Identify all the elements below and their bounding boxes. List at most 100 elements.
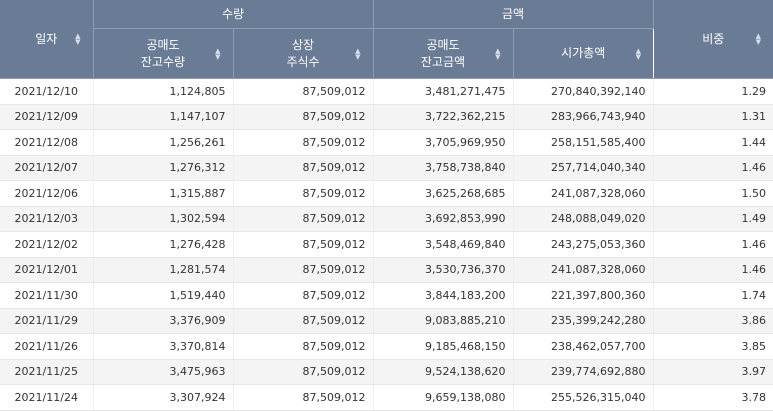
cell-market-cap: 248,088,049,020	[513, 206, 653, 232]
column-group-amount-label: 금액	[374, 6, 653, 23]
column-header-short-amount[interactable]: 공매도 잔고금액 ▲▼	[373, 29, 513, 79]
column-header-listed-line1: 상장	[234, 37, 373, 54]
cell-ratio: 1.29	[653, 79, 773, 105]
table-row: 2021/12/09 1,147,107 87,509,012 3,722,36…	[0, 104, 773, 130]
column-header-market-cap-label: 시가총액	[514, 45, 654, 62]
cell-market-cap: 255,526,315,040	[513, 385, 653, 411]
sort-icon[interactable]: ▲▼	[355, 48, 360, 60]
cell-date: 2021/12/08	[0, 130, 93, 156]
cell-short-amount: 3,758,738,840	[373, 155, 513, 181]
table-header: 일자 ▲▼ 수량 금액 비중 ▲▼ 공매도 잔고수량 ▲▼ 상장 주식수	[0, 0, 773, 79]
cell-market-cap: 239,774,692,880	[513, 359, 653, 385]
cell-listed-shares: 87,509,012	[233, 334, 373, 360]
cell-market-cap: 270,840,392,140	[513, 79, 653, 105]
cell-date: 2021/11/29	[0, 308, 93, 334]
table-row: 2021/12/08 1,256,261 87,509,012 3,705,96…	[0, 130, 773, 156]
cell-ratio: 1.50	[653, 181, 773, 207]
sort-icon[interactable]: ▲▼	[215, 48, 220, 60]
cell-ratio: 1.49	[653, 206, 773, 232]
cell-short-amount: 3,481,271,475	[373, 79, 513, 105]
cell-short-qty: 1,256,261	[93, 130, 233, 156]
cell-listed-shares: 87,509,012	[233, 283, 373, 309]
sort-icon[interactable]: ▲▼	[495, 48, 500, 60]
column-header-short-qty-line1: 공매도	[94, 37, 233, 54]
cell-short-amount: 3,705,969,950	[373, 130, 513, 156]
cell-ratio: 1.31	[653, 104, 773, 130]
column-header-date[interactable]: 일자 ▲▼	[0, 0, 93, 79]
cell-date: 2021/12/07	[0, 155, 93, 181]
cell-market-cap: 283,966,743,940	[513, 104, 653, 130]
cell-listed-shares: 87,509,012	[233, 104, 373, 130]
cell-short-amount: 9,659,138,080	[373, 385, 513, 411]
cell-short-qty: 1,302,594	[93, 206, 233, 232]
cell-ratio: 3.85	[653, 334, 773, 360]
cell-date: 2021/12/02	[0, 232, 93, 258]
cell-market-cap: 238,462,057,700	[513, 334, 653, 360]
cell-date: 2021/11/25	[0, 359, 93, 385]
cell-ratio: 3.97	[653, 359, 773, 385]
cell-short-amount: 3,692,853,990	[373, 206, 513, 232]
cell-market-cap: 241,087,328,060	[513, 181, 653, 207]
cell-ratio: 3.86	[653, 308, 773, 334]
cell-short-amount: 9,083,885,210	[373, 308, 513, 334]
cell-date: 2021/12/03	[0, 206, 93, 232]
column-header-short-amt-line2: 잔고금액	[374, 54, 513, 71]
column-group-amount: 금액	[373, 0, 653, 29]
cell-date: 2021/11/24	[0, 385, 93, 411]
short-selling-table: 일자 ▲▼ 수량 금액 비중 ▲▼ 공매도 잔고수량 ▲▼ 상장 주식수	[0, 0, 773, 411]
cell-short-amount: 9,185,468,150	[373, 334, 513, 360]
cell-listed-shares: 87,509,012	[233, 308, 373, 334]
cell-listed-shares: 87,509,012	[233, 181, 373, 207]
cell-short-qty: 3,475,963	[93, 359, 233, 385]
cell-listed-shares: 87,509,012	[233, 130, 373, 156]
cell-date: 2021/12/06	[0, 181, 93, 207]
cell-short-qty: 1,281,574	[93, 257, 233, 283]
cell-short-amount: 3,844,183,200	[373, 283, 513, 309]
cell-date: 2021/12/10	[0, 79, 93, 105]
cell-short-qty: 3,376,909	[93, 308, 233, 334]
cell-short-amount: 3,530,736,370	[373, 257, 513, 283]
table-row: 2021/12/01 1,281,574 87,509,012 3,530,73…	[0, 257, 773, 283]
table-row: 2021/12/07 1,276,312 87,509,012 3,758,73…	[0, 155, 773, 181]
cell-ratio: 1.74	[653, 283, 773, 309]
table-row: 2021/12/10 1,124,805 87,509,012 3,481,27…	[0, 79, 773, 105]
table-row: 2021/11/25 3,475,963 87,509,012 9,524,13…	[0, 359, 773, 385]
cell-market-cap: 235,399,242,280	[513, 308, 653, 334]
table-row: 2021/11/29 3,376,909 87,509,012 9,083,88…	[0, 308, 773, 334]
cell-listed-shares: 87,509,012	[233, 257, 373, 283]
cell-listed-shares: 87,509,012	[233, 359, 373, 385]
column-group-quantity: 수량	[93, 0, 373, 29]
column-group-quantity-label: 수량	[94, 6, 373, 23]
cell-short-qty: 1,519,440	[93, 283, 233, 309]
cell-market-cap: 257,714,040,340	[513, 155, 653, 181]
column-header-short-qty-line2: 잔고수량	[94, 54, 233, 71]
cell-market-cap: 221,397,800,360	[513, 283, 653, 309]
cell-short-qty: 1,147,107	[93, 104, 233, 130]
table-row: 2021/11/30 1,519,440 87,509,012 3,844,18…	[0, 283, 773, 309]
table-body: 2021/12/10 1,124,805 87,509,012 3,481,27…	[0, 79, 773, 411]
cell-short-qty: 1,276,428	[93, 232, 233, 258]
cell-short-qty: 1,124,805	[93, 79, 233, 105]
cell-listed-shares: 87,509,012	[233, 385, 373, 411]
cell-ratio: 1.44	[653, 130, 773, 156]
cell-short-amount: 3,548,469,840	[373, 232, 513, 258]
cell-short-qty: 1,315,887	[93, 181, 233, 207]
cell-date: 2021/12/09	[0, 104, 93, 130]
cell-market-cap: 258,151,585,400	[513, 130, 653, 156]
table-row: 2021/12/06 1,315,887 87,509,012 3,625,26…	[0, 181, 773, 207]
sort-icon[interactable]: ▲▼	[636, 48, 641, 60]
sort-icon[interactable]: ▲▼	[756, 33, 761, 45]
cell-listed-shares: 87,509,012	[233, 206, 373, 232]
table-row: 2021/11/26 3,370,814 87,509,012 9,185,46…	[0, 334, 773, 360]
column-header-short-qty[interactable]: 공매도 잔고수량 ▲▼	[93, 29, 233, 79]
cell-short-qty: 1,276,312	[93, 155, 233, 181]
cell-listed-shares: 87,509,012	[233, 232, 373, 258]
cell-listed-shares: 87,509,012	[233, 155, 373, 181]
column-header-short-amt-line1: 공매도	[374, 37, 513, 54]
column-header-market-cap[interactable]: 시가총액 ▲▼	[513, 29, 653, 79]
cell-date: 2021/12/01	[0, 257, 93, 283]
column-header-listed-shares[interactable]: 상장 주식수 ▲▼	[233, 29, 373, 79]
table-row: 2021/12/02 1,276,428 87,509,012 3,548,46…	[0, 232, 773, 258]
column-header-ratio[interactable]: 비중 ▲▼	[653, 0, 773, 79]
sort-icon[interactable]: ▲▼	[75, 33, 80, 45]
